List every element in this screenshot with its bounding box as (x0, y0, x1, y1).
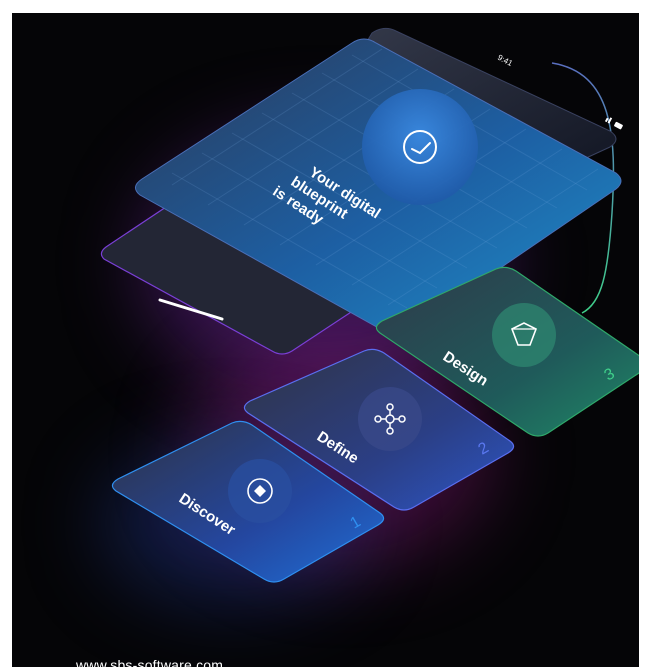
design-icon-circle (492, 303, 556, 367)
main-card-icon-circle (362, 89, 478, 205)
isometric-scene: 9:41 Your digital blueprint is ready Des… (100, 27, 639, 583)
footer-url[interactable]: www.sbs-software.com (76, 657, 223, 667)
define-icon-circle (358, 387, 422, 451)
phone-status-time: 9:41 (496, 53, 514, 69)
illustration-canvas: 9:41 Your digital blueprint is ready Des… (12, 13, 639, 667)
